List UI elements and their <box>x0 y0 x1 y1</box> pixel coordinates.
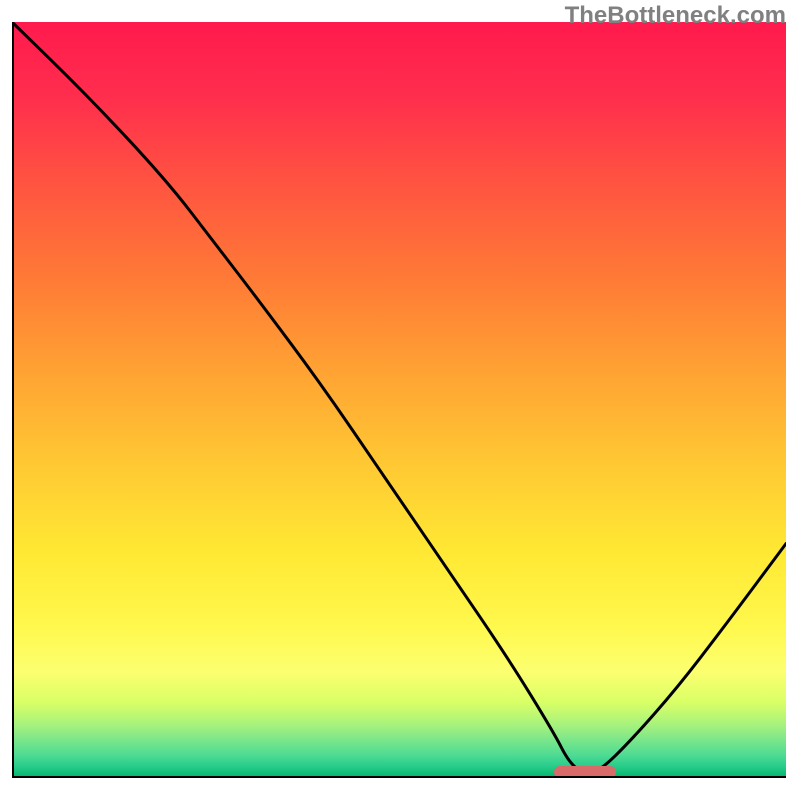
chart-container: TheBottleneck.com <box>0 0 800 800</box>
x-axis <box>12 776 786 778</box>
bottleneck-curve <box>12 22 786 778</box>
y-axis <box>12 22 14 778</box>
